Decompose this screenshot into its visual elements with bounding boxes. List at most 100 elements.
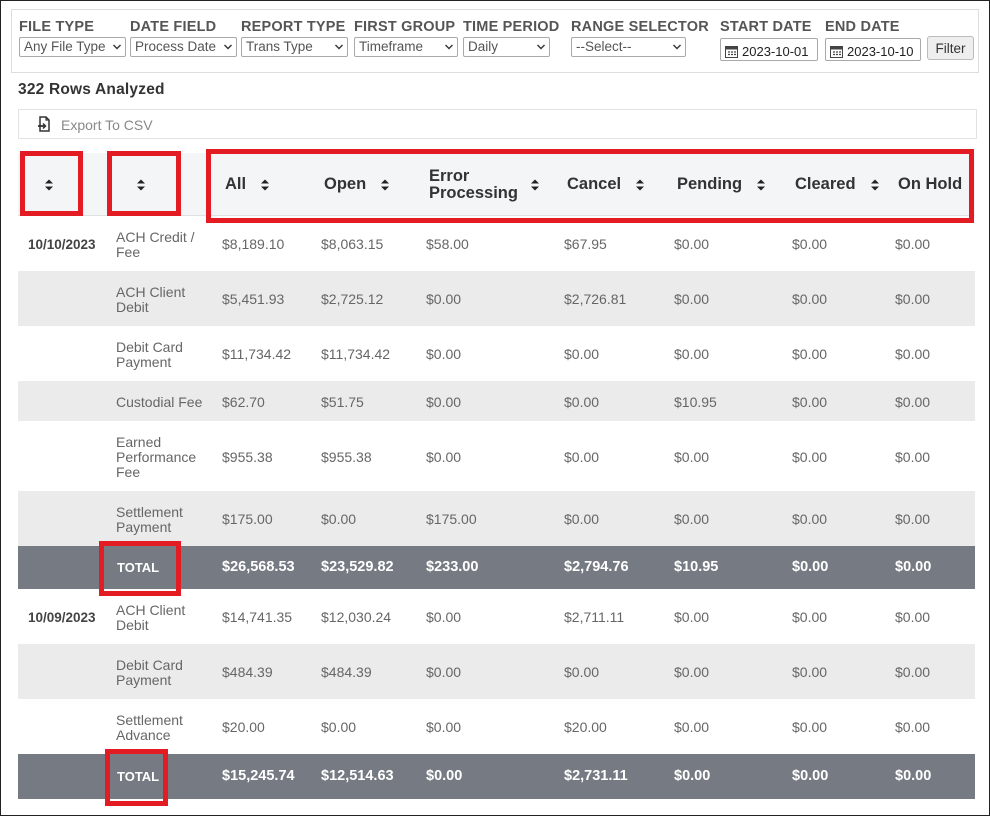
transaction-type: Debit Card Payment xyxy=(116,657,183,688)
amount-cell: $20.00 xyxy=(222,719,265,735)
amount-cell: $8,189.10 xyxy=(222,236,285,252)
chevron-down-icon xyxy=(445,44,453,50)
amount-cell: $0.00 xyxy=(895,664,931,680)
sort-icon xyxy=(757,179,766,190)
amount-cell: $0.00 xyxy=(674,609,710,625)
start-date-label: START DATE xyxy=(720,19,812,35)
amount-cell: $0.00 xyxy=(564,346,600,362)
column-header-error-processing[interactable]: Error Processing xyxy=(429,153,540,216)
amount-cell: $62.70 xyxy=(222,394,265,410)
table-row: 10/10/2023 ACH Credit / Fee $8,189.10 $8,06… xyxy=(18,216,975,271)
amount-cell: $0.00 xyxy=(895,394,931,410)
column-header-all[interactable]: All xyxy=(225,153,270,216)
transaction-type: Custodial Fee xyxy=(116,394,203,410)
amount-cell: $11,734.42 xyxy=(321,346,391,362)
file-type-label: FILE TYPE xyxy=(19,19,95,35)
amount-cell: $2,726.81 xyxy=(564,291,627,307)
column-label-pending: Pending xyxy=(677,175,743,193)
date-field-select[interactable]: Process Date xyxy=(130,37,237,57)
total-amount-cell: $0.00 xyxy=(895,768,932,784)
column-label-cleared: Cleared xyxy=(795,175,856,193)
column-header-on-hold[interactable]: On Hold xyxy=(898,153,962,216)
amount-cell: $58.00 xyxy=(426,236,469,252)
table-row: Settlement Advance $20.00 $0.00 $0.00 $20.00… xyxy=(18,699,975,754)
column-label-cancel: Cancel xyxy=(567,175,622,193)
column-header-cancel[interactable]: Cancel xyxy=(567,153,645,216)
calendar-icon xyxy=(725,45,738,58)
calendar-icon xyxy=(830,45,843,58)
total-amount-cell: $0.00 xyxy=(895,559,932,575)
range-selector-filter: RANGE SELECTOR --Select-- xyxy=(571,19,709,57)
report-window: FILE TYPE Any File Type DATE FIELD Proce… xyxy=(0,0,990,816)
column-label-open: Open xyxy=(324,175,367,193)
amount-cell: $0.00 xyxy=(895,346,931,362)
table-row: Settlement Payment $175.00 $0.00 $175.00 $0.… xyxy=(18,491,975,546)
amount-cell: $0.00 xyxy=(895,609,931,625)
row-date: 10/10/2023 xyxy=(28,237,96,252)
total-row: TOTAL $15,245.74 $12,514.63 $0.00 $2,731.11 $… xyxy=(18,754,975,799)
amount-cell: $0.00 xyxy=(426,394,462,410)
total-amount-cell: $2,794.76 xyxy=(564,559,629,575)
end-date-filter: END DATE 2023-10-10 xyxy=(825,19,921,61)
total-amount-cell: $26,568.53 xyxy=(222,559,295,575)
report-type-label: REPORT TYPE xyxy=(241,19,346,35)
report-type-select[interactable]: Trans Type xyxy=(241,37,348,57)
amount-cell: $14,741.35 xyxy=(222,609,293,625)
amount-cell: $11,734.42 xyxy=(222,346,292,362)
amount-cell: $0.00 xyxy=(426,664,462,680)
start-date-input[interactable]: 2023-10-01 xyxy=(720,38,818,61)
column-header-open[interactable]: Open xyxy=(324,153,390,216)
date-column-header[interactable] xyxy=(44,153,54,216)
transaction-type: Settlement Advance xyxy=(116,712,183,743)
first-group-select[interactable]: Timeframe xyxy=(354,37,458,57)
file-type-select[interactable]: Any File Type xyxy=(19,37,126,57)
amount-cell: $484.39 xyxy=(321,664,372,680)
amount-cell: $0.00 xyxy=(674,291,710,307)
amount-cell: $0.00 xyxy=(674,511,710,527)
filter-bar: FILE TYPE Any File Type DATE FIELD Proce… xyxy=(11,9,979,73)
table-row: ACH Client Debit $5,451.93 $2,725.12 $0.00 $… xyxy=(18,271,975,326)
first-group-label: FIRST GROUP xyxy=(354,19,456,35)
transaction-type: Debit Card Payment xyxy=(116,339,183,370)
export-csv-button[interactable]: Export To CSV xyxy=(37,116,153,133)
column-label-all: All xyxy=(225,175,247,193)
column-header-cleared[interactable]: Cleared xyxy=(795,153,880,216)
amount-cell: $955.38 xyxy=(321,449,372,465)
report-type-value: Trans Type xyxy=(246,39,313,54)
total-amount-cell: $15,245.74 xyxy=(222,768,295,784)
amount-cell: $51.75 xyxy=(321,394,364,410)
start-date-value: 2023-10-01 xyxy=(742,43,809,59)
sort-icon xyxy=(530,179,539,190)
range-selector-value: --Select-- xyxy=(576,39,632,54)
amount-cell: $0.00 xyxy=(792,236,828,252)
range-selector-select[interactable]: --Select-- xyxy=(571,37,686,57)
amount-cell: $0.00 xyxy=(564,664,600,680)
report-type-filter: REPORT TYPE Trans Type xyxy=(241,19,348,57)
amount-cell: $955.38 xyxy=(222,449,273,465)
rows-analyzed-count: 322 Rows Analyzed xyxy=(18,81,165,98)
amount-cell: $0.00 xyxy=(792,609,828,625)
column-label-on-hold: On Hold xyxy=(898,175,963,193)
end-date-input[interactable]: 2023-10-10 xyxy=(825,38,921,61)
column-header-pending[interactable]: Pending xyxy=(677,153,766,216)
amount-cell: $0.00 xyxy=(674,236,710,252)
amount-cell: $0.00 xyxy=(895,719,931,735)
time-period-label: TIME PERIOD xyxy=(463,19,560,35)
amount-cell: $0.00 xyxy=(792,664,828,680)
chevron-down-icon xyxy=(673,44,681,50)
date-field-filter: DATE FIELD Process Date xyxy=(130,19,237,57)
amount-cell: $0.00 xyxy=(426,291,462,307)
amount-cell: $484.39 xyxy=(222,664,273,680)
filter-button[interactable]: Filter xyxy=(927,36,974,60)
time-period-value: Daily xyxy=(468,39,499,54)
amount-cell: $12,030.24 xyxy=(321,609,392,625)
table-row: Earned Performance Fee $955.38 $955.38 $0.0… xyxy=(18,421,975,491)
time-period-select[interactable]: Daily xyxy=(463,37,550,57)
range-selector-label: RANGE SELECTOR xyxy=(571,19,709,35)
table-row: Debit Card Payment $11,734.42 $11,734.42 $0… xyxy=(18,326,975,381)
total-amount-cell: $2,731.11 xyxy=(564,768,628,784)
first-group-filter: FIRST GROUP Timeframe xyxy=(354,19,458,57)
sort-icon xyxy=(636,179,645,190)
type-column-header[interactable] xyxy=(136,153,146,216)
sort-icon xyxy=(870,179,879,190)
